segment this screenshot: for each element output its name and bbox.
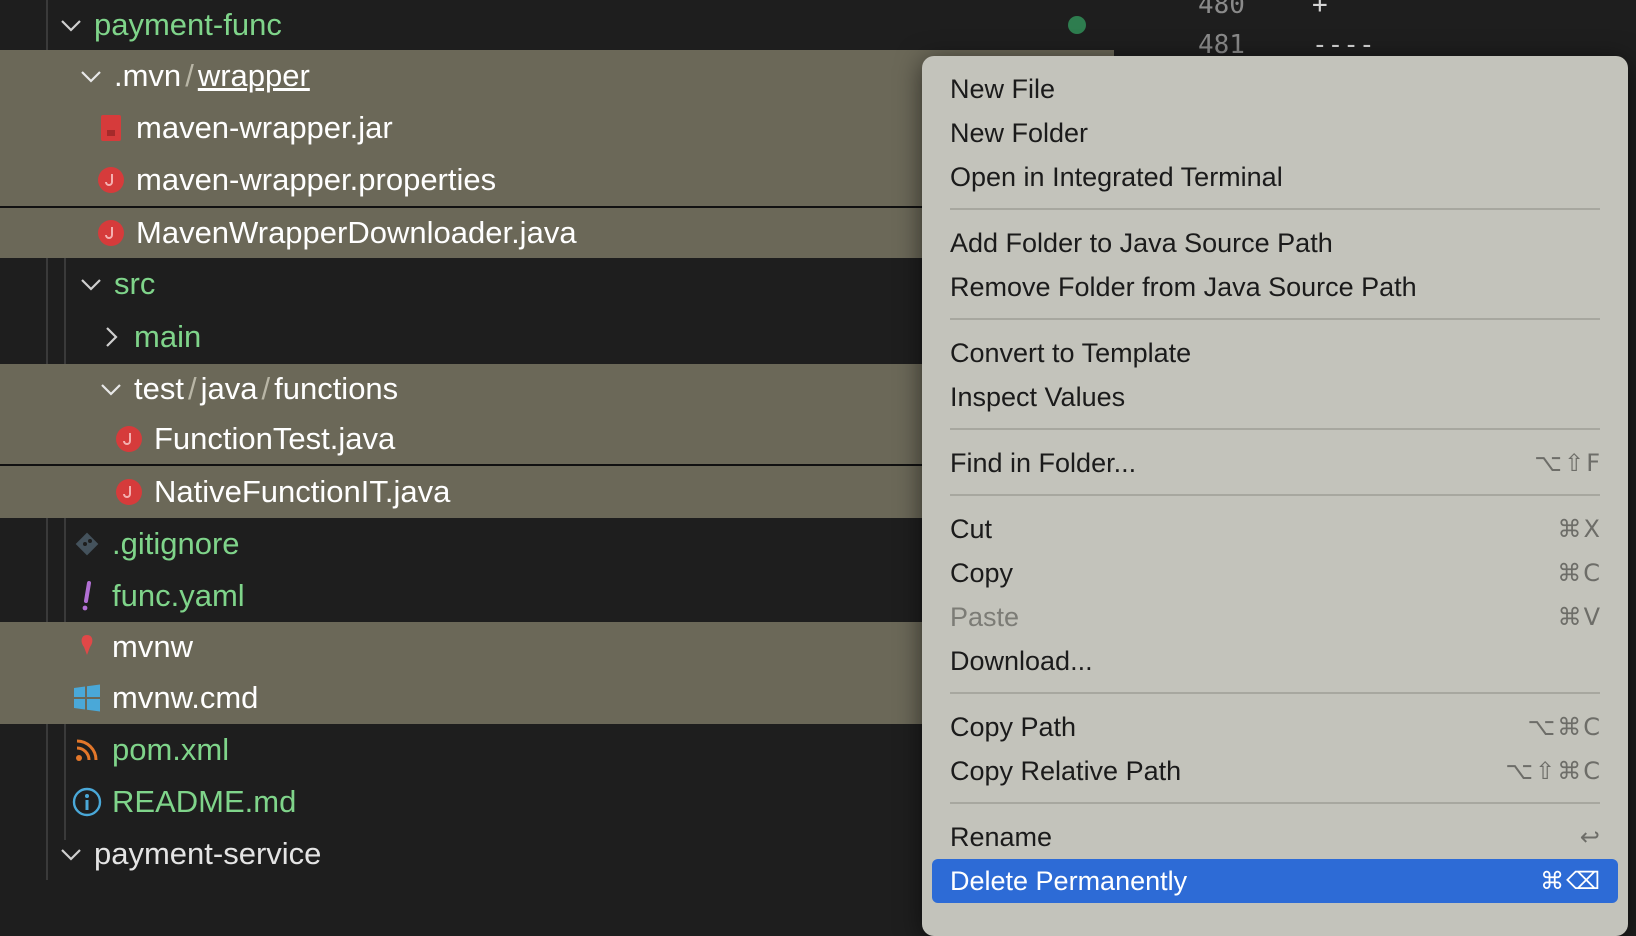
- java-icon: [114, 424, 144, 454]
- folder-name: test: [134, 371, 184, 406]
- context-menu: New File New Folder Open in Integrated T…: [922, 56, 1628, 936]
- folder-name: functions: [274, 371, 399, 406]
- menu-item-label: Paste: [950, 601, 1020, 632]
- menu-item-new-file[interactable]: New File: [932, 68, 1618, 110]
- menu-separator: [950, 208, 1600, 210]
- file-name: mvnw.cmd: [112, 680, 259, 715]
- jar-file-icon: [96, 113, 126, 143]
- menu-separator: [950, 692, 1600, 694]
- menu-item-label: Copy Path: [950, 711, 1077, 742]
- menu-item-label: Add Folder to Java Source Path: [950, 227, 1333, 258]
- info-icon: [72, 787, 102, 817]
- modified-dot-icon: [1068, 16, 1086, 34]
- file-name: maven-wrapper.jar: [136, 110, 393, 145]
- windows-icon: [72, 683, 102, 713]
- menu-item-remove-folder-java-source[interactable]: Remove Folder from Java Source Path: [932, 266, 1618, 308]
- java-icon: [114, 477, 144, 507]
- file-name: MavenWrapperDownloader.java: [136, 215, 577, 250]
- menu-separator: [950, 494, 1600, 496]
- yaml-icon: [72, 581, 102, 611]
- folder-name: payment-func: [94, 7, 282, 42]
- menu-item-download[interactable]: Download...: [932, 640, 1618, 682]
- menu-item-paste: Paste ⌘V: [932, 596, 1618, 638]
- file-name: mvnw: [112, 629, 193, 664]
- shortcut-label: ⌥⇧⌘C: [1505, 757, 1602, 785]
- menu-item-label: Find in Folder...: [950, 447, 1137, 478]
- line-number: 480: [1198, 0, 1245, 20]
- file-name: .gitignore: [112, 526, 240, 561]
- file-name: NativeFunctionIT.java: [154, 474, 451, 509]
- code-line: +: [1312, 0, 1328, 20]
- shortcut-label: ⌘X: [1557, 515, 1602, 543]
- menu-item-label: Inspect Values: [950, 381, 1126, 412]
- menu-separator: [950, 428, 1600, 430]
- menu-item-delete-permanently[interactable]: Delete Permanently ⌘⌫: [932, 859, 1618, 903]
- shortcut-label: ⌘⌫: [1540, 867, 1602, 895]
- folder-name: java: [200, 371, 258, 406]
- menu-separator: [950, 802, 1600, 804]
- menu-item-find-in-folder[interactable]: Find in Folder... ⌥⇧F: [932, 442, 1618, 484]
- menu-item-rename[interactable]: Rename ↩: [932, 816, 1618, 858]
- menu-item-label: Open in Integrated Terminal: [950, 161, 1283, 192]
- menu-item-inspect-values[interactable]: Inspect Values: [932, 376, 1618, 418]
- file-name: FunctionTest.java: [154, 421, 396, 456]
- menu-item-copy[interactable]: Copy ⌘C: [932, 552, 1618, 594]
- path-separator: /: [185, 58, 194, 93]
- shortcut-label: ⌘C: [1557, 559, 1602, 587]
- menu-item-label: Copy: [950, 557, 1014, 588]
- menu-item-copy-relative-path[interactable]: Copy Relative Path ⌥⇧⌘C: [932, 750, 1618, 792]
- menu-item-label: Remove Folder from Java Source Path: [950, 271, 1417, 302]
- menu-item-cut[interactable]: Cut ⌘X: [932, 508, 1618, 550]
- java-icon: [96, 165, 126, 195]
- file-name: pom.xml: [112, 732, 230, 767]
- file-name: func.yaml: [112, 578, 245, 613]
- menu-item-open-terminal[interactable]: Open in Integrated Terminal: [932, 156, 1618, 198]
- rss-icon: [72, 735, 102, 765]
- folder-name-link[interactable]: wrapper: [198, 58, 310, 94]
- menu-item-label: Copy Relative Path: [950, 755, 1182, 786]
- shortcut-label: ⌥⌘C: [1527, 713, 1602, 741]
- chevron-down-icon: [56, 839, 86, 869]
- java-icon: [96, 218, 126, 248]
- chevron-down-icon: [76, 61, 106, 91]
- shortcut-label: ⌥⇧F: [1534, 449, 1602, 477]
- file-name: README.md: [112, 784, 297, 819]
- folder-name: src: [114, 266, 156, 301]
- folder-name: .mvn: [114, 58, 182, 93]
- shortcut-label: ⌘V: [1557, 603, 1602, 631]
- menu-separator: [950, 318, 1600, 320]
- menu-item-new-folder[interactable]: New Folder: [932, 112, 1618, 154]
- menu-item-label: Rename: [950, 821, 1053, 852]
- shell-icon: [72, 632, 102, 662]
- file-name: maven-wrapper.properties: [136, 162, 497, 197]
- menu-item-label: New Folder: [950, 117, 1089, 148]
- chevron-down-icon: [96, 374, 126, 404]
- menu-item-label: Download...: [950, 645, 1093, 676]
- git-icon: [72, 529, 102, 559]
- menu-item-add-folder-java-source[interactable]: Add Folder to Java Source Path: [932, 222, 1618, 264]
- path-separator: /: [261, 371, 271, 406]
- chevron-down-icon: [56, 10, 86, 40]
- menu-item-label: Cut: [950, 513, 993, 544]
- menu-item-copy-path[interactable]: Copy Path ⌥⌘C: [932, 706, 1618, 748]
- tree-folder-payment-func[interactable]: payment-func: [0, 0, 1114, 50]
- folder-name: payment-service: [94, 836, 322, 871]
- menu-item-convert-template[interactable]: Convert to Template: [932, 332, 1618, 374]
- path-separator: /: [187, 371, 197, 406]
- chevron-down-icon: [76, 269, 106, 299]
- menu-item-label: Convert to Template: [950, 337, 1192, 368]
- chevron-right-icon: [96, 322, 126, 352]
- shortcut-label: ↩: [1579, 823, 1602, 851]
- menu-item-label: New File: [950, 73, 1056, 104]
- folder-name: main: [134, 319, 202, 354]
- menu-item-label: Delete Permanently: [950, 865, 1188, 896]
